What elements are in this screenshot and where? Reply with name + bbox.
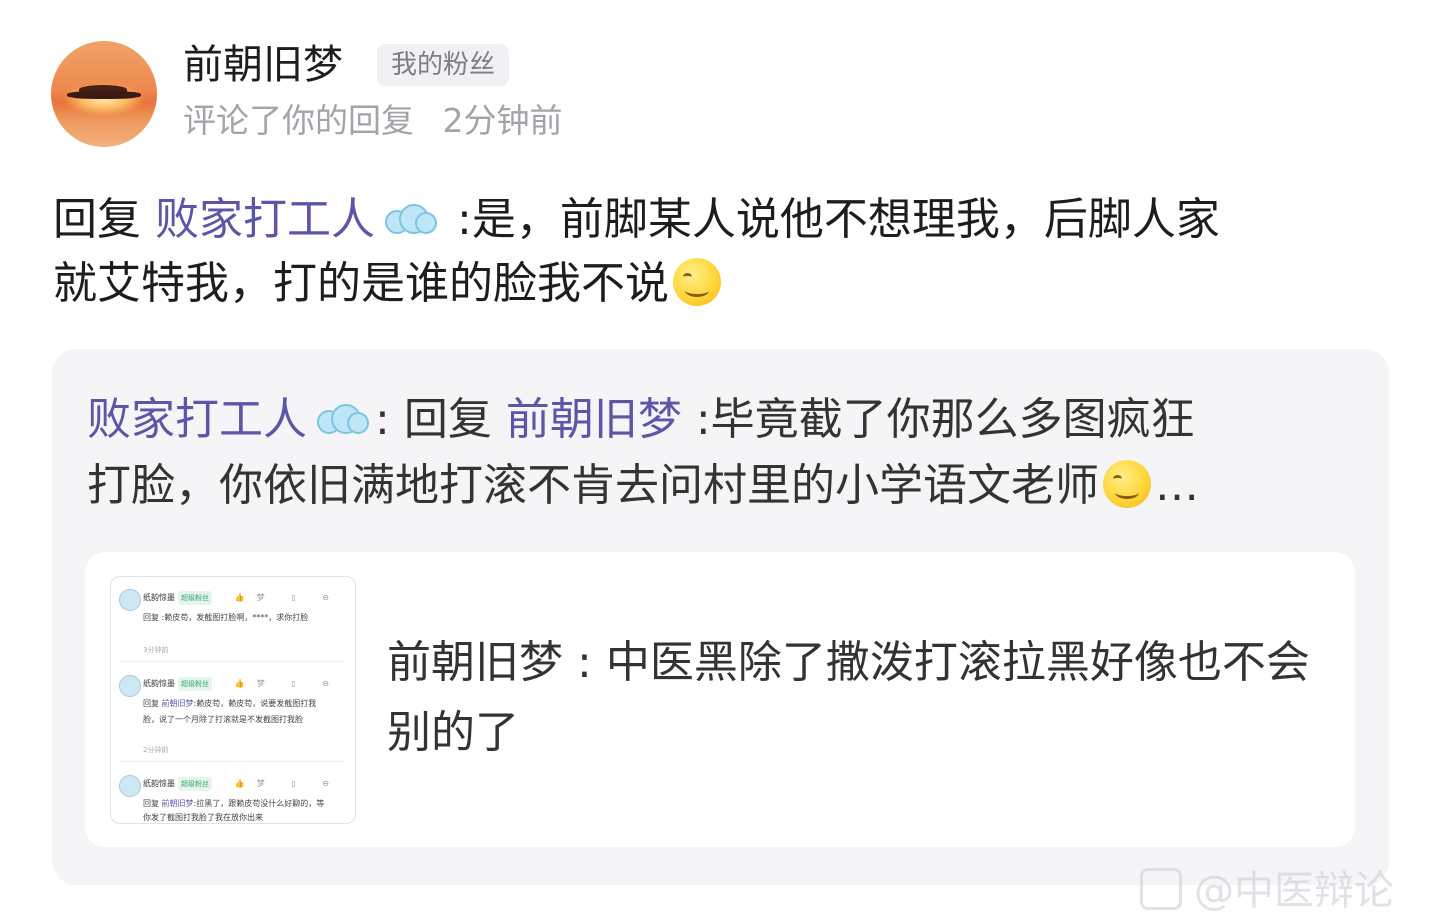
thumb-name: 纸韵惊墨 xyxy=(143,593,175,602)
smile-emoji-icon xyxy=(673,258,721,306)
reply-prefix: 回复 xyxy=(53,194,141,245)
thumb-action-icons: 👍梦 ▯ ⊖ xyxy=(234,679,341,688)
quoted-text: 败家打工人: 回复 前朝旧梦 :毕竟截了你那么多图疯狂 打脸，你依旧满地打滚不肯… xyxy=(87,387,1352,519)
thumb-tag: 超级粉丝 xyxy=(178,777,212,791)
comment-body[interactable]: 回复 败家打工人 :是，前脚某人说他不想理我，后脚人家 就艾特我，打的是谁的脸我… xyxy=(53,188,1383,316)
author-name[interactable]: 前朝旧梦 xyxy=(183,40,343,90)
quoted-text-line1: :毕竟截了你那么多图疯狂 xyxy=(695,394,1195,445)
timestamp: 2分钟前 xyxy=(442,101,563,140)
thumb-name: 纸韵惊墨 xyxy=(143,779,175,788)
thumb-divider xyxy=(119,661,345,662)
screenshot-thumbnail[interactable]: 纸韵惊墨 超级粉丝 👍梦 ▯ ⊖ 回复 :赖皮苟，发截图打脸啊，****，求你打脸… xyxy=(110,576,356,824)
thumb-avatar xyxy=(119,589,141,611)
thumb-action-icons: 👍梦 ▯ ⊖ xyxy=(234,593,341,602)
quoted-ellipsis: … xyxy=(1155,460,1199,511)
quoted-author-link[interactable]: 败家打工人 xyxy=(87,394,307,445)
thumb-action-icons: 👍梦 ▯ ⊖ xyxy=(234,779,341,788)
fan-badge: 我的粉丝 xyxy=(377,44,510,86)
thumb-text: 脸，说了一个月除了打滚就是不发截图打我脸 xyxy=(143,715,303,724)
comment-text-line1: :是，前脚某人说他不想理我，后脚人家 xyxy=(457,194,1220,245)
thumb-time: 2分钟前 xyxy=(143,746,169,754)
thumb-tag: 超级粉丝 xyxy=(178,677,212,691)
quoted-text-line2: 打脸，你依旧满地打滚不肯去问村里的小学语文老师 xyxy=(87,460,1099,511)
thumb-avatar xyxy=(119,775,141,797)
dash-emoji-icon xyxy=(313,400,369,440)
thumb-text: 回复 前朝旧梦:拉黑了，跟赖皮苟没什么好聊的，等 xyxy=(143,799,325,808)
watermark-text: @中医辩论 xyxy=(1194,868,1394,914)
action-text: 评论了你的回复 xyxy=(183,101,414,140)
avatar-silhouette-reflection xyxy=(67,91,141,99)
watermark: @中医辩论 xyxy=(1140,858,1394,916)
thumb-tag: 超级粉丝 xyxy=(178,591,212,605)
thumb-comment-row: 纸韵惊墨 超级粉丝 👍梦 ▯ ⊖ 回复 前朝旧梦:拉黑了，跟赖皮苟没什么好聊的，等… xyxy=(119,773,347,823)
thumb-text: 回复 前朝旧梦:赖皮苟，赖皮苟，说要发截图打我 xyxy=(143,699,317,708)
quoted-reply-prefix: 回复 xyxy=(403,394,492,445)
original-post-text: 前朝旧梦 : 中医黑除了撒泼打滚拉黑好像也不会别的了 xyxy=(387,628,1317,768)
quoted-separator: : xyxy=(375,394,390,445)
thumb-time: 3分钟前 xyxy=(143,646,169,654)
original-separator: : xyxy=(577,637,592,688)
thumb-text: 你发了截图打我脸了我在放你出来 xyxy=(143,813,263,822)
comment-text-line2: 就艾特我，打的是谁的脸我不说 xyxy=(53,258,669,309)
original-author: 前朝旧梦 xyxy=(387,637,563,688)
user-avatar[interactable] xyxy=(51,41,157,147)
thumb-avatar xyxy=(119,675,141,697)
dash-emoji-icon xyxy=(381,200,437,240)
thumb-comment-row: 纸韵惊墨 超级粉丝 👍梦 ▯ ⊖ 回复 前朝旧梦:赖皮苟，赖皮苟，说要发截图打我 … xyxy=(119,673,347,757)
weibo-logo-icon xyxy=(1140,868,1182,910)
quoted-comment[interactable]: 败家打工人: 回复 前朝旧梦 :毕竟截了你那么多图疯狂 打脸，你依旧满地打滚不肯… xyxy=(52,349,1389,885)
cover-mouth-emoji-icon xyxy=(1103,460,1151,508)
thumb-divider xyxy=(119,761,345,762)
reply-to-user-link[interactable]: 败家打工人 xyxy=(155,194,375,245)
thumb-name: 纸韵惊墨 xyxy=(143,679,175,688)
quoted-reply-to-link[interactable]: 前朝旧梦 xyxy=(506,394,682,445)
thumb-comment-row: 纸韵惊墨 超级粉丝 👍梦 ▯ ⊖ 回复 :赖皮苟，发截图打脸啊，****，求你打脸… xyxy=(119,587,347,657)
comment-meta: 评论了你的回复 2分钟前 xyxy=(183,101,581,141)
original-post-card[interactable]: 纸韵惊墨 超级粉丝 👍梦 ▯ ⊖ 回复 :赖皮苟，发截图打脸啊，****，求你打脸… xyxy=(85,552,1355,847)
thumb-text: 回复 :赖皮苟，发截图打脸啊，****，求你打脸 xyxy=(143,613,309,622)
